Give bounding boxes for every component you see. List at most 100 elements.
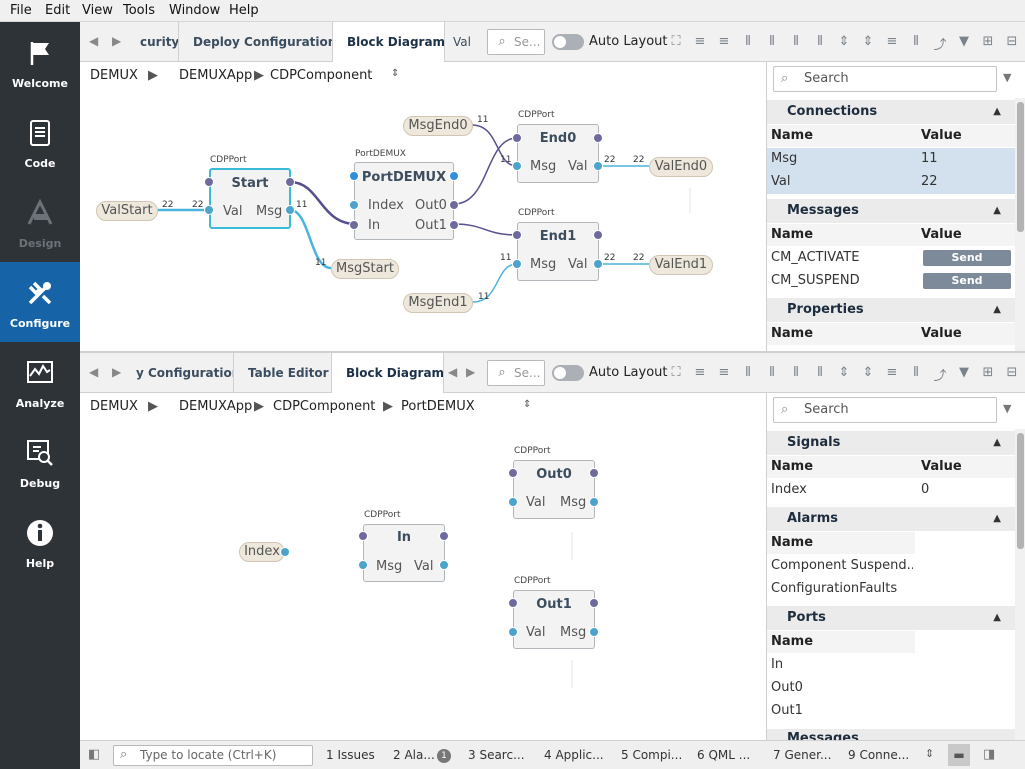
pill-valend0[interactable]: ValEnd0 <box>649 157 713 177</box>
collapse-icon[interactable]: ▲ <box>993 199 1001 223</box>
pill-valstart[interactable]: ValStart <box>96 201 158 221</box>
filter-icon[interactable]: ▼ <box>956 34 972 49</box>
pin[interactable] <box>593 133 603 143</box>
panel-scrollbar[interactable] <box>1015 98 1025 351</box>
collapse-icon[interactable]: ▲ <box>993 507 1001 531</box>
block-end1[interactable]: End1 Msg Val <box>517 222 599 281</box>
table-row[interactable]: Msg 11 <box>767 148 1015 171</box>
status-search[interactable]: 3 Searc... <box>468 748 525 762</box>
panel-search-input[interactable]: Search <box>773 397 997 423</box>
pin[interactable] <box>589 627 599 637</box>
pin[interactable] <box>449 200 459 210</box>
tab-scroll-left-icon[interactable]: ◀ <box>448 365 457 379</box>
breadcrumb-dropdown-icon[interactable]: ⇕ <box>523 399 531 410</box>
menu-view[interactable]: View <box>82 3 113 18</box>
align-left-icon[interactable]: ≡ <box>692 34 708 49</box>
pin[interactable] <box>589 497 599 507</box>
table-row[interactable]: Out0 <box>767 677 915 700</box>
pin[interactable] <box>593 259 603 269</box>
tab-deploy-configuration[interactable]: Deploy Configuration <box>179 22 333 62</box>
block-diagram-canvas[interactable]: 22 22 11 11 11 11 22 22 11 11 22 22 ValS… <box>80 88 766 350</box>
breadcrumb-item[interactable]: DEMUX <box>90 399 138 414</box>
tab-scroll-left-icon[interactable]: ◀ <box>89 365 98 379</box>
tab-block-diagram[interactable]: Block Diagram <box>332 353 444 393</box>
filter-icon[interactable]: ▼ <box>1003 71 1011 84</box>
align-bottom-icon[interactable]: ⇕ <box>860 34 876 49</box>
menu-file[interactable]: File <box>10 3 32 18</box>
breadcrumb-item[interactable]: DEMUX <box>90 68 138 83</box>
pin[interactable] <box>589 598 599 608</box>
section-messages[interactable]: Messages ▲ <box>767 199 1015 223</box>
split-icon[interactable]: ⊞ <box>980 365 996 380</box>
breadcrumb-item[interactable]: DEMUXApp <box>179 68 252 83</box>
align-justify-icon[interactable]: ≡ <box>884 34 900 49</box>
block-end0[interactable]: End0 Msg Val <box>517 124 599 183</box>
locator-input[interactable]: Type to locate (Ctrl+K) <box>113 745 313 766</box>
pin[interactable] <box>349 171 359 181</box>
section-messages[interactable]: Messages <box>767 729 1015 740</box>
table-row[interactable]: Component Suspend... <box>767 555 915 578</box>
pin[interactable] <box>512 259 522 269</box>
table-row[interactable]: Val 22 <box>767 171 1015 194</box>
section-alarms[interactable]: Alarms ▲ <box>767 507 1015 531</box>
collapse-icon[interactable]: ▲ <box>993 298 1001 322</box>
section-ports[interactable]: Ports ▲ <box>767 606 1015 630</box>
breadcrumb-item[interactable]: CDPComponent <box>270 68 372 83</box>
align-top-icon[interactable]: ⦀ <box>764 365 780 380</box>
auto-layout-toggle[interactable] <box>552 34 584 50</box>
tab-table-editor[interactable]: Table Editor <box>234 353 332 393</box>
status-connections[interactable]: 9 Conne... <box>848 748 909 762</box>
output-pane-icon[interactable]: ▬ <box>948 744 970 766</box>
pin[interactable] <box>439 531 449 541</box>
panel-scrollbar[interactable] <box>1015 429 1025 740</box>
pill-msgstart[interactable]: MsgStart <box>331 259 399 279</box>
pin[interactable] <box>449 171 459 181</box>
pill-valend1[interactable]: ValEnd1 <box>649 255 713 275</box>
close-split-icon[interactable]: ⊟ <box>1004 34 1020 49</box>
block-start[interactable]: Start Val Msg <box>209 168 291 229</box>
cell-value[interactable]: 0 <box>921 482 929 497</box>
pin[interactable] <box>280 547 290 557</box>
tab-scroll-right-icon[interactable]: ▶ <box>112 365 121 379</box>
status-issues[interactable]: 1 Issues <box>326 748 375 762</box>
tab-security[interactable]: curity <box>128 22 179 62</box>
pin[interactable] <box>512 161 522 171</box>
breadcrumb-item[interactable]: PortDEMUX <box>401 399 475 414</box>
menu-help[interactable]: Help <box>229 3 259 18</box>
pin[interactable] <box>508 598 518 608</box>
pin[interactable] <box>589 468 599 478</box>
toggle-sidebar-icon[interactable]: ◧ <box>88 747 100 762</box>
panel-search-input[interactable]: Search <box>773 66 997 92</box>
status-qml[interactable]: 6 QML ... <box>697 748 750 762</box>
status-general[interactable]: 7 Gener... <box>773 748 831 762</box>
block-in[interactable]: In Msg Val <box>363 524 445 582</box>
pin[interactable] <box>285 177 295 187</box>
pin[interactable] <box>349 220 359 230</box>
collapse-icon[interactable]: ▲ <box>993 431 1001 455</box>
pin[interactable] <box>593 161 603 171</box>
mode-debug[interactable]: Debug <box>0 422 80 502</box>
tab-val[interactable]: Val <box>445 22 481 62</box>
pin[interactable] <box>204 177 214 187</box>
pin[interactable] <box>449 220 459 230</box>
align-top-icon[interactable]: ⦀ <box>764 34 780 49</box>
panel-list-dropdown-icon[interactable]: ⇕ <box>925 747 934 760</box>
pin[interactable] <box>593 230 603 240</box>
breadcrumb-item[interactable]: DEMUXApp <box>179 399 252 414</box>
block-diagram-canvas[interactable]: Index CDPPort In Msg Val CDPPort Out0 Va… <box>80 420 766 740</box>
tab-scroll-right-icon[interactable]: ▶ <box>112 34 121 48</box>
cell-value[interactable]: 11 <box>921 151 938 166</box>
columns-icon[interactable]: ⦀ <box>908 365 924 380</box>
table-row[interactable]: Out1 <box>767 700 915 723</box>
columns-icon[interactable]: ⦀ <box>908 34 924 49</box>
align-vcenter-icon[interactable]: ⇕ <box>836 365 852 380</box>
cell-value[interactable]: 22 <box>921 174 938 189</box>
align-center-icon[interactable]: ⦀ <box>788 34 804 49</box>
pin[interactable] <box>439 560 449 570</box>
fit-view-icon[interactable]: ⛶ <box>668 34 684 49</box>
route-icon[interactable]: ⤴ <box>932 34 948 53</box>
pin[interactable] <box>349 200 359 210</box>
align-middle-icon[interactable]: ⦀ <box>812 365 828 380</box>
send-button[interactable]: Send <box>923 273 1011 289</box>
pin[interactable] <box>358 531 368 541</box>
